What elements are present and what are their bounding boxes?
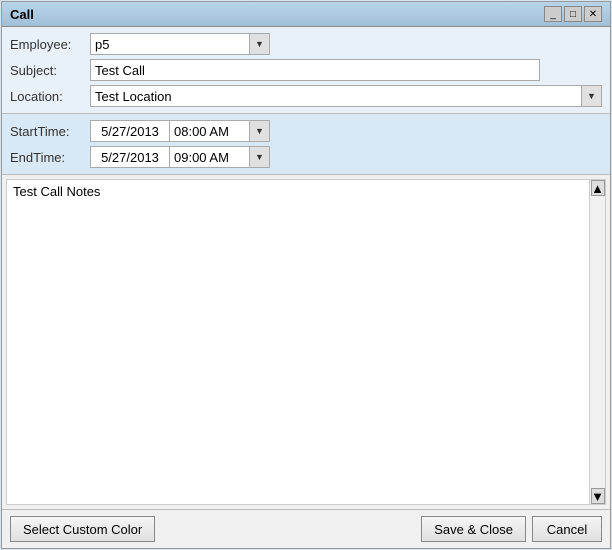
location-label: Location: xyxy=(10,89,90,104)
footer: Select Custom Color Save & Close Cancel xyxy=(2,509,610,548)
end-dropdown-icon: ▼ xyxy=(255,152,264,162)
scroll-up-button[interactable]: ▲ xyxy=(591,180,605,196)
starttime-row: StartTime: ▼ xyxy=(10,120,602,142)
scroll-up-icon: ▲ xyxy=(591,181,604,196)
location-input[interactable] xyxy=(90,85,582,107)
form-area: Employee: ▼ Subject: Location: ▼ xyxy=(2,27,610,114)
starttime-control: ▼ xyxy=(90,120,602,142)
endtime-label: EndTime: xyxy=(10,150,90,165)
subject-label: Subject: xyxy=(10,63,90,78)
location-row: Location: ▼ xyxy=(10,85,602,107)
window-title: Call xyxy=(10,7,34,22)
endtime-control: ▼ xyxy=(90,146,602,168)
close-button[interactable]: ✕ xyxy=(584,6,602,22)
employee-label: Employee: xyxy=(10,37,90,52)
maximize-button[interactable]: □ xyxy=(564,6,582,22)
title-bar: Call _ □ ✕ xyxy=(2,2,610,27)
start-dropdown-icon: ▼ xyxy=(255,126,264,136)
footer-left: Select Custom Color xyxy=(10,516,155,542)
end-date-input[interactable] xyxy=(90,146,170,168)
employee-input[interactable] xyxy=(90,33,250,55)
employee-dropdown-button[interactable]: ▼ xyxy=(250,33,270,55)
window-controls: _ □ ✕ xyxy=(544,6,602,22)
start-time-dropdown-button[interactable]: ▼ xyxy=(250,120,270,142)
subject-input[interactable] xyxy=(90,59,540,81)
employee-control: ▼ xyxy=(90,33,602,55)
minimize-button[interactable]: _ xyxy=(544,6,562,22)
notes-textarea[interactable] xyxy=(7,180,589,504)
datetime-area: StartTime: ▼ EndTime: ▼ xyxy=(2,114,610,175)
employee-row: Employee: ▼ xyxy=(10,33,602,55)
employee-dropdown-icon: ▼ xyxy=(255,39,264,49)
location-dropdown-icon: ▼ xyxy=(587,91,596,101)
end-time-dropdown-button[interactable]: ▼ xyxy=(250,146,270,168)
subject-control xyxy=(90,59,602,81)
location-dropdown-button[interactable]: ▼ xyxy=(582,85,602,107)
call-dialog: Call _ □ ✕ Employee: ▼ Subject: xyxy=(1,1,611,549)
footer-right: Save & Close Cancel xyxy=(421,516,602,542)
location-control: ▼ xyxy=(90,85,602,107)
start-time-input[interactable] xyxy=(170,120,250,142)
scroll-down-icon: ▼ xyxy=(591,489,604,504)
subject-row: Subject: xyxy=(10,59,602,81)
scrollbar-track: ▲ ▼ xyxy=(589,180,605,504)
endtime-row: EndTime: ▼ xyxy=(10,146,602,168)
cancel-button[interactable]: Cancel xyxy=(532,516,602,542)
start-date-input[interactable] xyxy=(90,120,170,142)
end-time-input[interactable] xyxy=(170,146,250,168)
starttime-label: StartTime: xyxy=(10,124,90,139)
scroll-down-button[interactable]: ▼ xyxy=(591,488,605,504)
custom-color-button[interactable]: Select Custom Color xyxy=(10,516,155,542)
notes-area: ▲ ▼ xyxy=(6,179,606,505)
save-close-button[interactable]: Save & Close xyxy=(421,516,526,542)
